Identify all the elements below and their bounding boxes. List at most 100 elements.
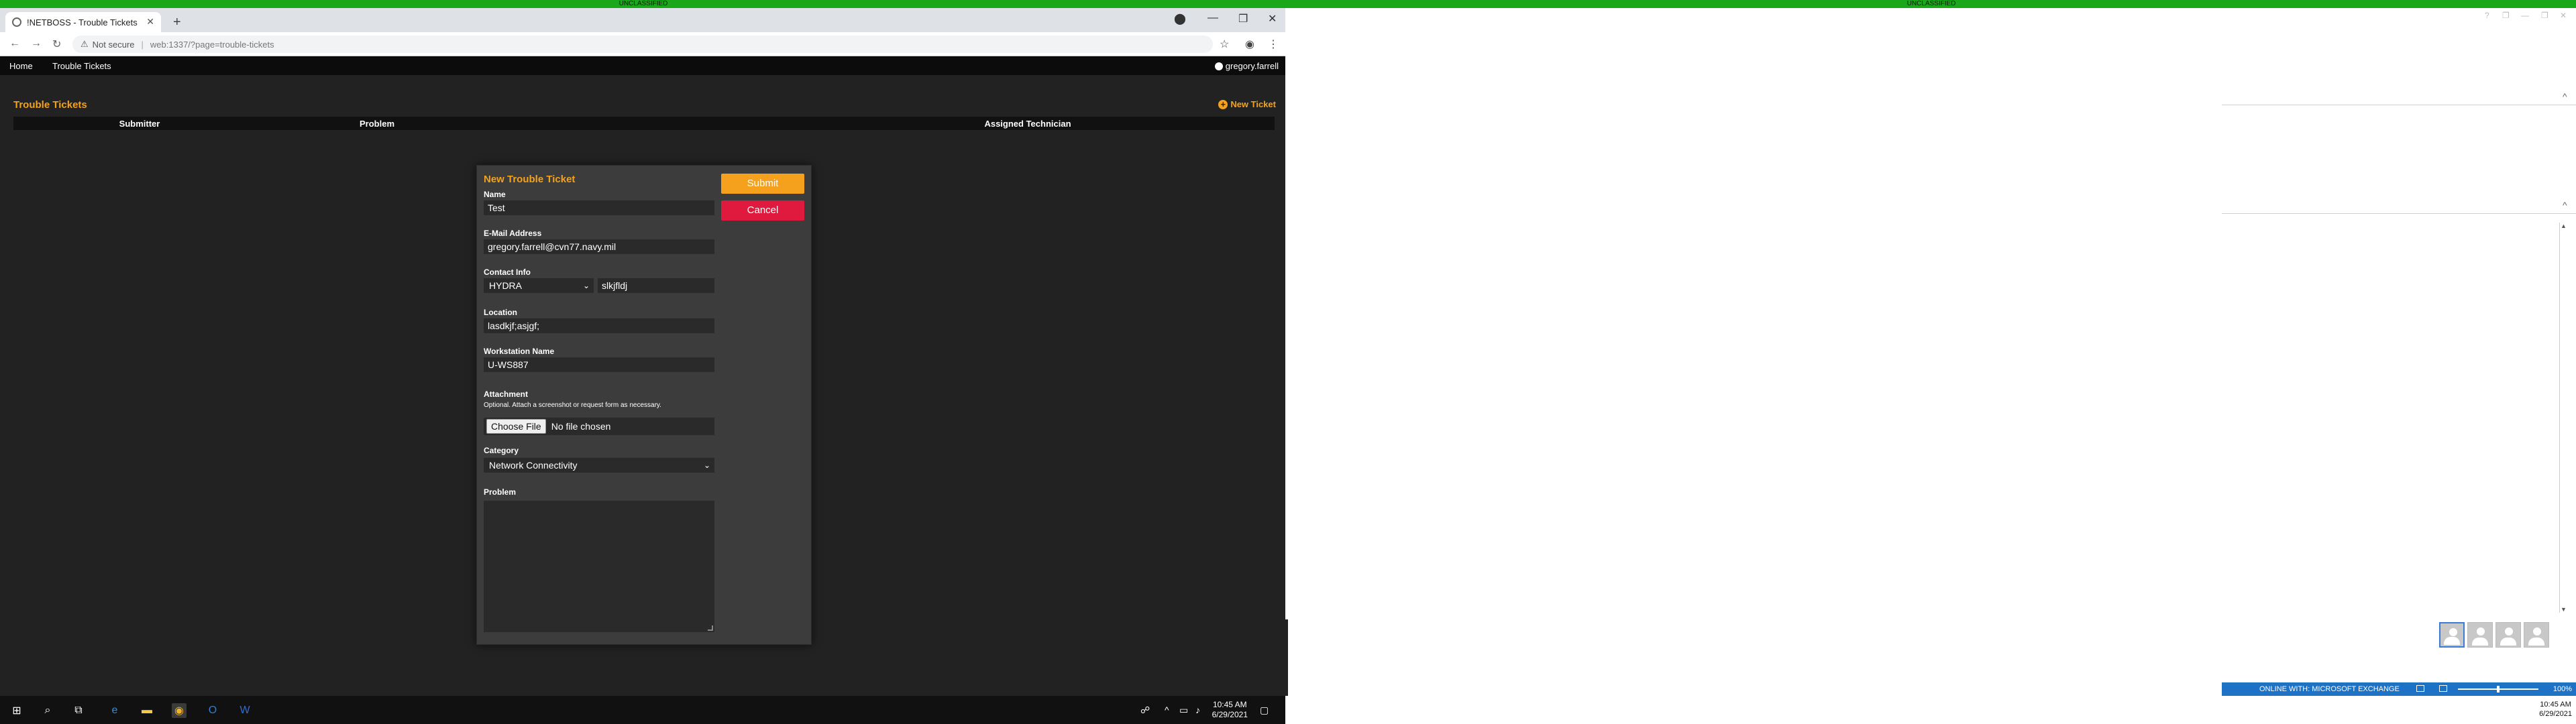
reload-icon[interactable]: ↻ xyxy=(52,38,61,51)
choose-file-button[interactable]: Choose File xyxy=(486,419,546,434)
column-header-assigned-technician[interactable]: Assigned Technician xyxy=(984,119,1071,129)
plus-circle-icon: + xyxy=(1218,99,1228,109)
nav-trouble-tickets[interactable]: Trouble Tickets xyxy=(52,61,111,71)
profile-icon[interactable]: ◉ xyxy=(1245,38,1254,51)
security-label: Not secure xyxy=(92,39,135,50)
minimize-icon[interactable]: — xyxy=(2521,11,2529,20)
notifications-icon[interactable]: ▢ xyxy=(1260,705,1269,716)
secondary-taskbar: 10:45 AM 6/29/2021 xyxy=(2222,696,2576,724)
outlook-icon[interactable]: O xyxy=(205,703,220,718)
name-field[interactable]: Test xyxy=(484,200,714,215)
connection-status: ONLINE WITH: MICROSOFT EXCHANGE xyxy=(2259,685,2400,693)
user-menu[interactable]: gregory.farrell xyxy=(1214,61,1279,71)
person-avatar[interactable] xyxy=(2467,622,2493,648)
location-field[interactable]: lasdkjf;asjgf; xyxy=(484,318,714,333)
file-input[interactable]: Choose File No file chosen xyxy=(484,418,714,435)
scroll-up-icon[interactable]: ▲ xyxy=(2561,223,2567,229)
close-window-icon[interactable]: ✕ xyxy=(1268,12,1277,25)
reading-view-icon[interactable] xyxy=(2439,685,2447,692)
workstation-label: Workstation Name xyxy=(484,347,555,356)
email-field[interactable]: gregory.farrell@cvn77.navy.mil xyxy=(484,239,714,254)
tab-strip: !NETBOSS - Trouble Tickets ✕ + ⬤ — ❐ ✕ xyxy=(0,8,1285,32)
table-header: Submitter Problem Assigned Technician xyxy=(13,117,1275,130)
task-view-icon[interactable]: ⧉ xyxy=(71,703,86,718)
restore-icon[interactable]: ❐ xyxy=(2541,11,2548,20)
app-navbar: Home Trouble Tickets gregory.farrell xyxy=(0,56,1285,75)
chevron-up-icon[interactable]: ^ xyxy=(2563,200,2567,210)
back-icon[interactable]: ← xyxy=(9,38,20,50)
problem-label: Problem xyxy=(484,487,517,497)
no-file-text: No file chosen xyxy=(551,421,611,432)
tab-search-icon[interactable]: ⬤ xyxy=(1174,12,1186,25)
normal-view-icon[interactable] xyxy=(2416,685,2424,692)
cancel-button[interactable]: Cancel xyxy=(721,200,804,221)
problem-textarea[interactable] xyxy=(484,501,714,632)
divider xyxy=(2222,213,2576,214)
submit-button[interactable]: Submit xyxy=(721,174,804,194)
chrome-icon[interactable]: ◉ xyxy=(172,703,186,718)
column-header-problem[interactable]: Problem xyxy=(360,119,394,129)
contact-type-value: HYDRA xyxy=(489,280,523,291)
system-clock[interactable]: 10:45 AM 6/29/2021 xyxy=(2539,700,2572,719)
clock-time: 10:45 AM xyxy=(1212,700,1247,709)
close-tab-icon[interactable]: ✕ xyxy=(146,16,154,27)
new-tab-icon[interactable]: + xyxy=(173,15,181,30)
nav-home[interactable]: Home xyxy=(9,61,33,71)
address-bar[interactable]: ⚠ Not secure | web:1337/?page=trouble-ti… xyxy=(72,36,1213,53)
new-ticket-label: New Ticket xyxy=(1230,99,1276,109)
desktop: UNCLASSIFIED UNCLASSIFIED !NETBOSS - Tro… xyxy=(0,0,2576,724)
page-title: Trouble Tickets xyxy=(13,99,87,111)
scrollbar[interactable]: ▲ ▼ xyxy=(2559,223,2567,613)
edge-icon[interactable]: e xyxy=(107,703,122,718)
forward-icon[interactable]: → xyxy=(31,38,42,50)
scroll-down-icon[interactable]: ▼ xyxy=(2561,606,2567,613)
person-avatar[interactable] xyxy=(2496,622,2521,648)
clock-date: 6/29/2021 xyxy=(2539,710,2572,718)
bookmark-star-icon[interactable]: ☆ xyxy=(1220,38,1229,51)
zoom-slider-knob[interactable] xyxy=(2497,686,2500,692)
contact-type-select[interactable]: HYDRA ⌄ xyxy=(484,278,594,293)
close-window-icon[interactable]: ✕ xyxy=(2560,11,2567,20)
resize-handle[interactable] xyxy=(708,625,713,631)
zoom-slider[interactable] xyxy=(2458,686,2538,692)
chevron-down-icon: ⌄ xyxy=(582,281,590,290)
modal-title: New Trouble Ticket xyxy=(484,174,576,185)
menu-icon[interactable]: ⋮ xyxy=(1268,38,1279,51)
column-header-submitter[interactable]: Submitter xyxy=(119,119,160,129)
browser-tab[interactable]: !NETBOSS - Trouble Tickets ✕ xyxy=(5,12,161,32)
person-avatar[interactable] xyxy=(2524,622,2549,648)
username: gregory.farrell xyxy=(1225,61,1279,71)
category-value: Network Connectivity xyxy=(489,460,578,471)
browser-window: !NETBOSS - Trouble Tickets ✕ + ⬤ — ❐ ✕ ←… xyxy=(0,8,1285,696)
network-icon[interactable]: ▭ xyxy=(1179,705,1188,716)
clock-date: 6/29/2021 xyxy=(1212,710,1248,719)
help-icon[interactable]: ? xyxy=(2485,11,2489,20)
contact-field[interactable]: slkjfldj xyxy=(598,278,714,293)
file-explorer-icon[interactable]: ▬ xyxy=(140,703,154,718)
category-select[interactable]: Network Connectivity ⌄ xyxy=(484,458,714,473)
separator: | xyxy=(141,39,144,50)
restore-icon[interactable]: ❐ xyxy=(1238,12,1248,25)
email-label: E-Mail Address xyxy=(484,229,542,238)
workstation-field[interactable]: U-WS887 xyxy=(484,357,714,372)
new-ticket-button[interactable]: + New Ticket xyxy=(1218,99,1276,109)
chevron-up-icon[interactable]: ^ xyxy=(1165,705,1169,715)
zoom-level[interactable]: 100% xyxy=(2553,685,2572,693)
minimize-icon[interactable]: — xyxy=(1208,12,1218,24)
windows-start-icon[interactable]: ⊞ xyxy=(9,703,24,718)
classification-banner-left: UNCLASSIFIED xyxy=(0,0,1287,8)
people-icon[interactable]: ☍ xyxy=(1140,705,1150,716)
word-icon[interactable]: W xyxy=(237,703,252,718)
clock-time: 10:45 AM xyxy=(2540,701,2571,709)
tab-title: !NETBOSS - Trouble Tickets xyxy=(27,17,138,27)
search-icon[interactable]: ⌕ xyxy=(40,703,55,718)
new-ticket-modal: New Trouble Ticket Name Test E-Mail Addr… xyxy=(476,165,812,645)
user-icon xyxy=(1214,62,1223,70)
system-clock[interactable]: 10:45 AM 6/29/2021 xyxy=(1212,700,1248,720)
ribbon-options-icon[interactable]: ❐ xyxy=(2502,11,2510,20)
volume-icon[interactable]: ♪ xyxy=(1195,705,1200,715)
classification-banner-right: UNCLASSIFIED xyxy=(1287,0,2576,8)
page-content: Trouble Tickets + New Ticket Submitter P… xyxy=(0,75,1285,696)
chevron-up-icon[interactable]: ^ xyxy=(2563,91,2567,102)
person-avatar[interactable] xyxy=(2439,622,2465,648)
